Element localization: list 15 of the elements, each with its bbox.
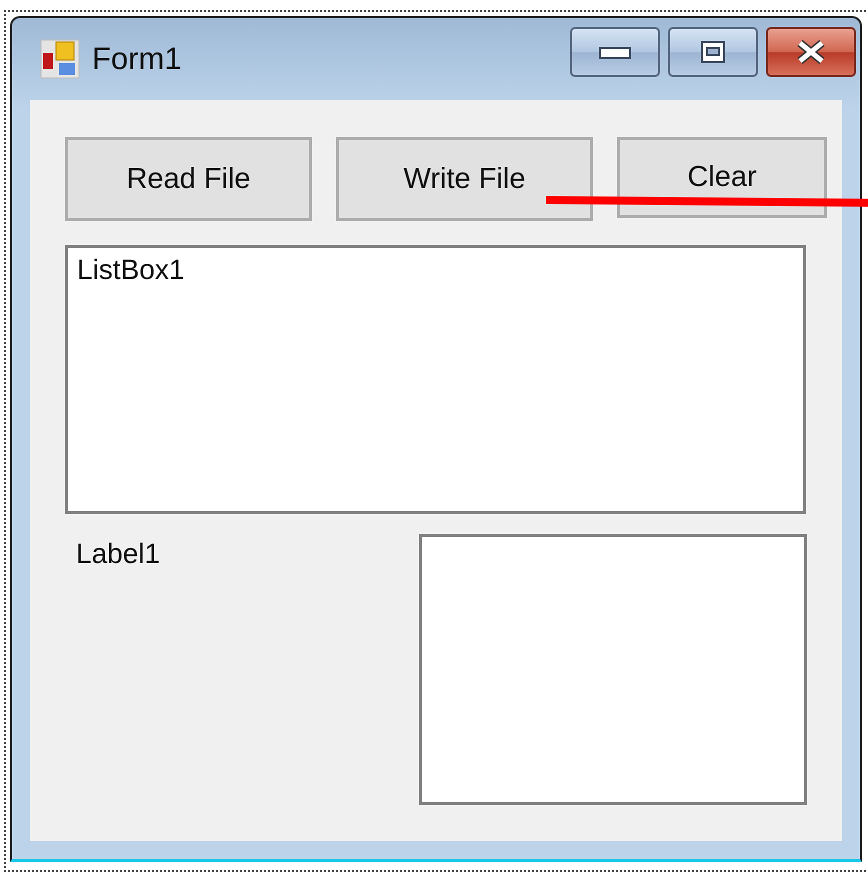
form-button[interactable]: Clear — [617, 137, 827, 218]
window-title: Form1 — [92, 41, 182, 77]
close-icon — [796, 40, 826, 64]
maximize-icon — [701, 41, 725, 63]
text-box-field[interactable] — [419, 534, 807, 805]
form-button[interactable]: Write File — [336, 137, 593, 221]
minimize-button[interactable] — [570, 27, 660, 77]
close-button[interactable] — [766, 27, 856, 77]
maximize-button[interactable] — [668, 27, 758, 77]
label-text: Label1 — [76, 538, 162, 570]
form-button[interactable]: Read File — [65, 137, 312, 221]
minimize-icon — [599, 45, 631, 59]
app-icon — [40, 39, 80, 79]
list-item[interactable]: ListBox1 — [77, 254, 184, 285]
list-box[interactable]: ListBox1 — [65, 245, 806, 514]
